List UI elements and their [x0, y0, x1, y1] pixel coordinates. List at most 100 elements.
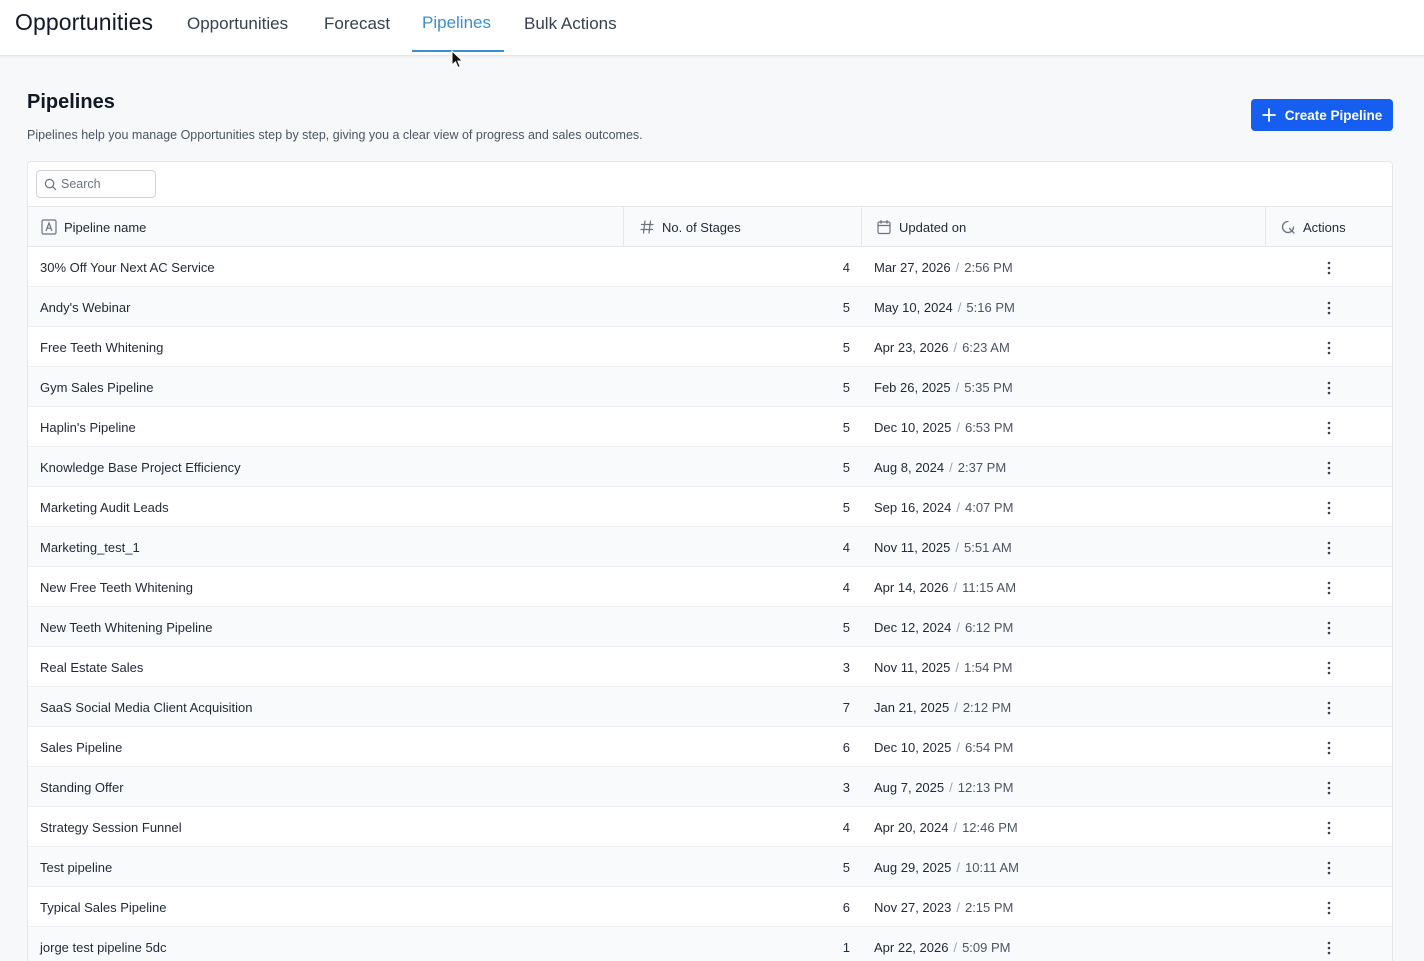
table-row[interactable]: jorge test pipeline 5dc 1 Apr 22, 2026 / 5:0… — [28, 927, 1392, 961]
table-row[interactable]: 30% Off Your Next AC Service 4 Mar 27, 202… — [28, 247, 1392, 287]
calendar-icon — [877, 219, 891, 235]
table-row[interactable]: Free Teeth Whitening 5 Apr 23, 2026 / 6:23 A… — [28, 327, 1392, 367]
row-actions-button[interactable] — [1320, 259, 1338, 277]
updated-on: Feb 26, 2025 / 5:35 PM — [874, 380, 1013, 395]
date-time-separator: / — [957, 300, 962, 315]
row-actions-button[interactable] — [1320, 779, 1338, 797]
table-row[interactable]: New Teeth Whitening Pipeline 5 Dec 12, 202… — [28, 607, 1392, 647]
row-actions-button[interactable] — [1320, 859, 1338, 877]
table-row[interactable]: Haplin's Pipeline 5 Dec 10, 2025 / 6:53 PM — [28, 407, 1392, 447]
search-input[interactable] — [61, 177, 146, 191]
updated-on: Aug 29, 2025 / 10:11 AM — [874, 860, 1019, 875]
row-actions-button[interactable] — [1320, 459, 1338, 477]
table-row[interactable]: Knowledge Base Project Efficiency 5 Aug 8,… — [28, 447, 1392, 487]
stage-count: 4 — [842, 540, 850, 555]
pipeline-name[interactable]: Haplin's Pipeline — [40, 420, 136, 435]
pipeline-name[interactable]: Knowledge Base Project Efficiency — [40, 460, 241, 475]
search-field[interactable] — [36, 170, 156, 198]
pipeline-name[interactable]: New Free Teeth Whitening — [40, 580, 193, 595]
tab-bulk-actions[interactable]: Bulk Actions — [524, 14, 617, 34]
column-header-stages[interactable]: No. of Stages — [624, 207, 862, 247]
pipeline-name[interactable]: 30% Off Your Next AC Service — [40, 260, 215, 275]
kebab-menu-icon — [1327, 381, 1331, 395]
row-actions-button[interactable] — [1320, 299, 1338, 317]
row-actions-button[interactable] — [1320, 379, 1338, 397]
row-actions-button[interactable] — [1320, 619, 1338, 637]
updated-time: 5:09 PM — [962, 940, 1011, 955]
date-time-separator: / — [955, 380, 960, 395]
tab-opportunities[interactable]: Opportunities — [187, 14, 288, 34]
stage-count: 3 — [842, 660, 850, 675]
row-actions-button[interactable] — [1320, 899, 1338, 917]
tab-forecast[interactable]: Forecast — [324, 14, 390, 34]
pipeline-name[interactable]: jorge test pipeline 5dc — [40, 940, 166, 955]
table-row[interactable]: Test pipeline 5 Aug 29, 2025 / 10:11 AM — [28, 847, 1392, 887]
updated-on: Aug 7, 2025 / 12:13 PM — [874, 780, 1013, 795]
create-pipeline-button[interactable]: Create Pipeline — [1251, 99, 1393, 131]
updated-date: Feb 26, 2025 — [874, 380, 951, 395]
pipeline-name[interactable]: Marketing_test_1 — [40, 540, 140, 555]
row-actions-button[interactable] — [1320, 819, 1338, 837]
table-row[interactable]: New Free Teeth Whitening 4 Apr 14, 2026 / 11… — [28, 567, 1392, 607]
column-label: Updated on — [899, 219, 967, 235]
updated-on: Dec 10, 2025 / 6:54 PM — [874, 740, 1013, 755]
table-row[interactable]: Real Estate Sales 3 Nov 11, 2025 / 1:54 PM — [28, 647, 1392, 687]
pipeline-name[interactable]: Typical Sales Pipeline — [40, 900, 166, 915]
kebab-menu-icon — [1327, 581, 1331, 595]
row-actions-button[interactable] — [1320, 339, 1338, 357]
row-actions-button[interactable] — [1320, 419, 1338, 437]
pipeline-name[interactable]: New Teeth Whitening Pipeline — [40, 620, 212, 635]
row-actions-button[interactable] — [1320, 939, 1338, 957]
table-row[interactable]: Standing Offer 3 Aug 7, 2025 / 12:13 PM — [28, 767, 1392, 807]
plus-icon — [1261, 108, 1276, 122]
updated-date: Apr 22, 2026 — [874, 940, 949, 955]
updated-on: Dec 10, 2025 / 6:53 PM — [874, 420, 1013, 435]
table-row[interactable]: Strategy Session Funnel 4 Apr 20, 2024 / 12:… — [28, 807, 1392, 847]
date-time-separator: / — [955, 260, 960, 275]
table-row[interactable]: Marketing_test_1 4 Nov 11, 2025 / 5:51 AM — [28, 527, 1392, 567]
row-actions-button[interactable] — [1320, 739, 1338, 757]
updated-time: 12:46 PM — [962, 820, 1018, 835]
pipeline-name[interactable]: Andy's Webinar — [40, 300, 130, 315]
kebab-menu-icon — [1327, 781, 1331, 795]
pipeline-name[interactable]: Strategy Session Funnel — [40, 820, 182, 835]
table-row[interactable]: Gym Sales Pipeline 5 Feb 26, 2025 / 5:35 PM — [28, 367, 1392, 407]
column-header-updated-on[interactable]: Updated on — [862, 207, 1266, 247]
table-row[interactable]: Andy's Webinar 5 May 10, 2024 / 5:16 PM — [28, 287, 1392, 327]
date-time-separator: / — [956, 620, 960, 635]
pipeline-name[interactable]: Marketing Audit Leads — [40, 500, 169, 515]
row-actions-button[interactable] — [1320, 499, 1338, 517]
stage-count: 4 — [842, 580, 850, 595]
table-row[interactable]: Sales Pipeline 6 Dec 10, 2025 / 6:54 PM — [28, 727, 1392, 767]
row-actions-button[interactable] — [1320, 659, 1338, 677]
pipeline-name[interactable]: Free Teeth Whitening — [40, 340, 163, 355]
updated-on: Mar 27, 2026 / 2:56 PM — [874, 260, 1013, 275]
pipelines-table-card: Pipeline name No. of Stages Updated on A… — [27, 161, 1393, 961]
column-header-pipeline-name[interactable]: Pipeline name — [28, 207, 624, 247]
date-time-separator: / — [956, 420, 960, 435]
updated-time: 12:13 PM — [957, 780, 1014, 795]
tab-pipelines[interactable]: Pipelines — [422, 13, 491, 33]
table-row[interactable]: Marketing Audit Leads 5 Sep 16, 2024 / 4:07 … — [28, 487, 1392, 527]
updated-time: 6:23 AM — [962, 340, 1010, 355]
stage-count: 5 — [842, 500, 850, 515]
pipeline-name[interactable]: Real Estate Sales — [40, 660, 143, 675]
updated-date: Dec 10, 2025 — [874, 740, 952, 755]
row-actions-button[interactable] — [1320, 539, 1338, 557]
updated-date: Nov 11, 2025 — [874, 660, 951, 675]
table-row[interactable]: Typical Sales Pipeline 6 Nov 27, 2023 / 2:15… — [28, 887, 1392, 927]
stage-count: 5 — [842, 460, 850, 475]
updated-date: Dec 10, 2025 — [874, 420, 952, 435]
pipeline-name[interactable]: Standing Offer — [40, 780, 124, 795]
pipeline-name[interactable]: Sales Pipeline — [40, 740, 122, 755]
table-row[interactable]: SaaS Social Media Client Acquisition 7 Jan… — [28, 687, 1392, 727]
row-actions-button[interactable] — [1320, 579, 1338, 597]
table-header: Pipeline name No. of Stages Updated on A… — [28, 206, 1392, 247]
pipeline-name[interactable]: Gym Sales Pipeline — [40, 380, 153, 395]
updated-date: Aug 29, 2025 — [874, 860, 952, 875]
date-time-separator: / — [956, 900, 960, 915]
pipeline-name[interactable]: Test pipeline — [40, 860, 112, 875]
row-actions-button[interactable] — [1320, 699, 1338, 717]
date-time-separator: / — [953, 580, 958, 595]
pipeline-name[interactable]: SaaS Social Media Client Acquisition — [40, 700, 252, 715]
